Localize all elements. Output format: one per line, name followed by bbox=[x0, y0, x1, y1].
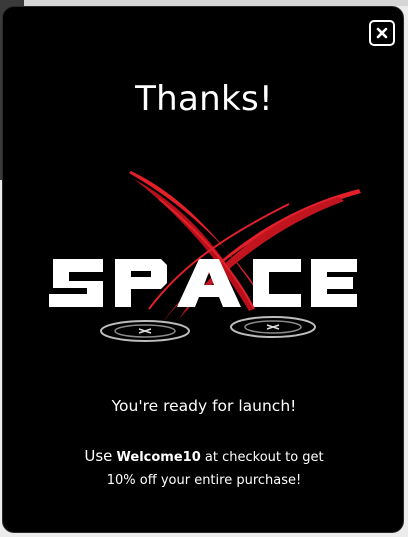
logo-hover-discs bbox=[100, 316, 316, 342]
tagline: You're ready for launch! bbox=[111, 397, 297, 415]
promo-line-1-suffix: at checkout to get bbox=[204, 450, 324, 465]
promo-message: Use Welcome10 at checkout to get 10% off… bbox=[3, 445, 403, 492]
logo-letter-c bbox=[253, 259, 301, 307]
close-icon bbox=[376, 27, 388, 39]
space-logo bbox=[49, 171, 361, 342]
logo-letters bbox=[49, 259, 357, 307]
promo-line-2: 10% off your entire purchase! bbox=[106, 473, 302, 488]
logo-letter-p bbox=[115, 259, 167, 307]
promo-prefix: Use bbox=[84, 447, 113, 465]
promo-code: Welcome10 bbox=[116, 450, 201, 465]
promo-line-1: Use Welcome10 at checkout to get bbox=[3, 445, 403, 469]
modal-title: Thanks! bbox=[135, 79, 273, 119]
thank-you-modal: Thanks! You're ready for launch! Use Wel… bbox=[2, 6, 404, 533]
logo-letter-e bbox=[311, 259, 357, 307]
close-button[interactable] bbox=[369, 20, 395, 46]
logo-letter-s bbox=[49, 259, 103, 307]
